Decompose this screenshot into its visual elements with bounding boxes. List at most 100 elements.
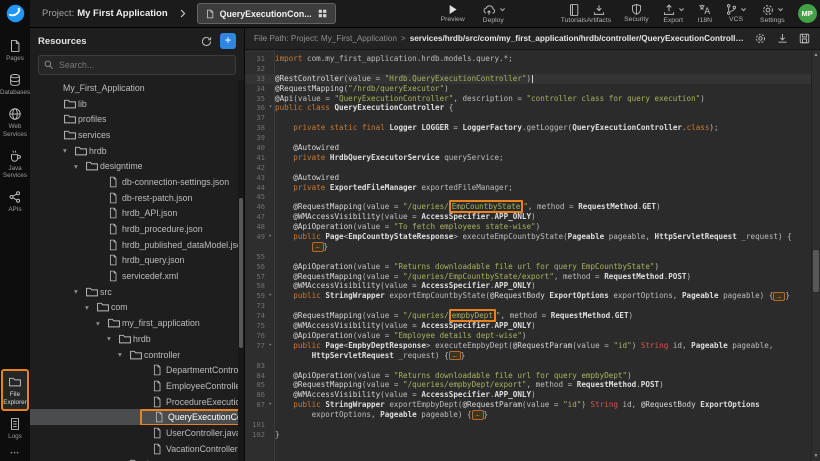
- fold-toggle-icon[interactable]: ▾: [266, 103, 275, 113]
- scroll-down-arrow[interactable]: ▼: [812, 452, 820, 460]
- file-icon: [107, 239, 122, 251]
- code-text: @RequestMapping(value = "/queries/empbyD…: [275, 311, 633, 321]
- rail-item-logs[interactable]: Logs: [1, 411, 29, 445]
- code-line: HttpServletRequest _request) {…}: [245, 351, 812, 361]
- fold-toggle-icon[interactable]: ▸: [266, 232, 275, 242]
- folded-code-pill[interactable]: …: [449, 351, 461, 361]
- tree-item-profiles[interactable]: profiles: [30, 111, 238, 127]
- code-text: @RestController(value = "Hrdb.QueryExecu…: [275, 74, 533, 84]
- tree-item-usercontroller-java[interactable]: UserController.java: [30, 425, 238, 441]
- tree-item-servicedef-xml[interactable]: servicedef.xml: [30, 268, 238, 284]
- search-input[interactable]: [38, 55, 236, 75]
- fold-toggle-icon[interactable]: ▸: [266, 291, 275, 301]
- fold-gutter-spacer: [266, 351, 275, 361]
- tree-caret-icon[interactable]: ▾: [74, 162, 85, 171]
- tree-item-vacationcontroller-java[interactable]: VacationController.java: [30, 441, 238, 457]
- tree-item-src[interactable]: ▾src: [30, 284, 238, 300]
- tree-item-queryexecutioncontroller-java[interactable]: QueryExecutionController.java: [30, 409, 238, 425]
- grid-icon[interactable]: [317, 8, 328, 19]
- chevron-down-icon[interactable]: [678, 6, 685, 13]
- code-area[interactable]: 31import com.my_first_application.hrdb.m…: [245, 50, 812, 461]
- tree-item-dao[interactable]: ▸dao: [30, 457, 238, 461]
- line-number: [245, 410, 266, 420]
- chevron-down-icon[interactable]: [499, 6, 506, 13]
- save-file-icon[interactable]: [798, 32, 811, 45]
- code-line: 75 @WMAccessVisibility(value = AccessSpe…: [245, 321, 812, 331]
- tree-item-hrdb[interactable]: ▾hrdb: [30, 331, 238, 347]
- fold-gutter-spacer: [266, 113, 275, 123]
- fold-gutter-spacer: [266, 183, 275, 193]
- tree-item-db-connection-settings-json[interactable]: db-connection-settings.json: [30, 174, 238, 190]
- tree-item-departmentcontroller-java[interactable]: DepartmentController.java: [30, 362, 238, 378]
- tree-item-com[interactable]: ▾com: [30, 300, 238, 316]
- tree-item-db-rest-patch-json[interactable]: db-rest-patch.json: [30, 190, 238, 206]
- folder-icon: [96, 300, 111, 314]
- rail-item-web-services[interactable]: Web Services: [1, 101, 29, 142]
- rail-item-databases[interactable]: Databases: [1, 67, 29, 101]
- scroll-up-arrow[interactable]: ▲: [812, 51, 820, 59]
- rail-item-file-explorer[interactable]: File Explorer: [1, 369, 29, 410]
- tree-item-employeecontroller-java[interactable]: EmployeeController.java: [30, 378, 238, 394]
- rail-item-label: Pages: [6, 55, 24, 62]
- tree-item-my-first-application[interactable]: ▾my_first_application: [30, 315, 238, 331]
- topbar-export-button[interactable]: Export: [662, 3, 685, 25]
- topbar-preview-button[interactable]: Preview: [441, 3, 465, 24]
- folded-code-pill[interactable]: …: [312, 242, 324, 252]
- fold-toggle-icon[interactable]: ▸: [266, 341, 275, 351]
- tree-item-hrdb-procedure-json[interactable]: hrdb_procedure.json: [30, 221, 238, 237]
- tree-item-hrdb-published-datamodel-json[interactable]: hrdb_published_dataModel.json: [30, 237, 238, 253]
- rail-item-apis[interactable]: APIs: [1, 184, 29, 218]
- topbar-deploy-button[interactable]: Deploy: [481, 3, 506, 25]
- tree-caret-icon[interactable]: ▾: [96, 319, 107, 328]
- tree-item-lib[interactable]: lib: [30, 96, 238, 112]
- topbar-settings-button[interactable]: Settings: [760, 3, 785, 25]
- editor-scrollbar-thumb[interactable]: [813, 250, 819, 292]
- add-resource-button[interactable]: +: [220, 33, 236, 49]
- open-file-tab[interactable]: QueryExecutionCon...: [197, 3, 336, 24]
- tree-item-label: EmployeeController.java: [166, 381, 238, 391]
- chevron-down-icon[interactable]: [777, 6, 784, 13]
- line-number: 31: [245, 54, 266, 64]
- tree-item-label: db-rest-patch.json: [122, 193, 192, 203]
- download-file-icon[interactable]: [776, 32, 789, 45]
- topbar-tutorials-button[interactable]: Tutorials: [561, 3, 587, 25]
- tree-item-controller[interactable]: ▾controller: [30, 347, 238, 363]
- chevron-down-icon[interactable]: [740, 6, 747, 13]
- editor-settings-gear-icon[interactable]: [754, 32, 767, 45]
- fold-toggle-icon[interactable]: ▸: [266, 400, 275, 410]
- tree-item-my-first-application[interactable]: My_First_Application: [30, 80, 238, 96]
- tree-caret-icon[interactable]: ▾: [85, 303, 96, 312]
- tree-item-hrdb-api-json[interactable]: hrdb_API.json: [30, 206, 238, 222]
- tree-item-hrdb[interactable]: ▾hrdb: [30, 143, 238, 159]
- tree-caret-icon[interactable]: ▾: [118, 350, 129, 359]
- code-text: @Api(value = "QueryExecutionController",…: [275, 94, 705, 104]
- rail-more-button[interactable]: •••: [10, 451, 19, 457]
- refresh-icon[interactable]: [200, 35, 213, 48]
- topbar-security-label: Security: [624, 17, 649, 24]
- code-line: 40 @Autowired: [245, 143, 812, 153]
- topbar-i18n-button[interactable]: AI18N: [698, 3, 712, 25]
- rail-item-java-services[interactable]: Java Services: [1, 143, 29, 184]
- app-logo[interactable]: [0, 0, 30, 28]
- tree-item-label: QueryExecutionController.java: [168, 412, 238, 422]
- tree-caret-icon[interactable]: ▾: [107, 334, 118, 343]
- fold-gutter-spacer: [266, 390, 275, 400]
- tree-scrollbar-thumb[interactable]: [239, 198, 243, 348]
- resources-title: Resources: [38, 36, 87, 47]
- tree-scrollbar[interactable]: [238, 80, 244, 461]
- tree-item-hrdb-query-json[interactable]: hrdb_query.json: [30, 253, 238, 269]
- line-number: 73: [245, 301, 266, 311]
- topbar-security-button[interactable]: Security: [624, 3, 649, 24]
- folded-code-pill[interactable]: …: [472, 410, 484, 420]
- tree-caret-icon[interactable]: ▾: [74, 287, 85, 296]
- editor-scrollbar[interactable]: ▲ ▼: [811, 50, 820, 461]
- folded-code-pill[interactable]: …: [773, 292, 785, 302]
- rail-item-pages[interactable]: Pages: [1, 33, 29, 67]
- user-avatar[interactable]: MP: [798, 4, 817, 23]
- tree-item-procedureexecutioncontroller-java[interactable]: ProcedureExecutionController.java: [30, 394, 238, 410]
- tree-item-services[interactable]: services: [30, 127, 238, 143]
- topbar-vcs-button[interactable]: VCS: [725, 3, 747, 24]
- tree-caret-icon[interactable]: ▾: [63, 146, 74, 155]
- tree-item-designtime[interactable]: ▾designtime: [30, 158, 238, 174]
- topbar-artifacts-button[interactable]: Artifacts: [587, 3, 612, 25]
